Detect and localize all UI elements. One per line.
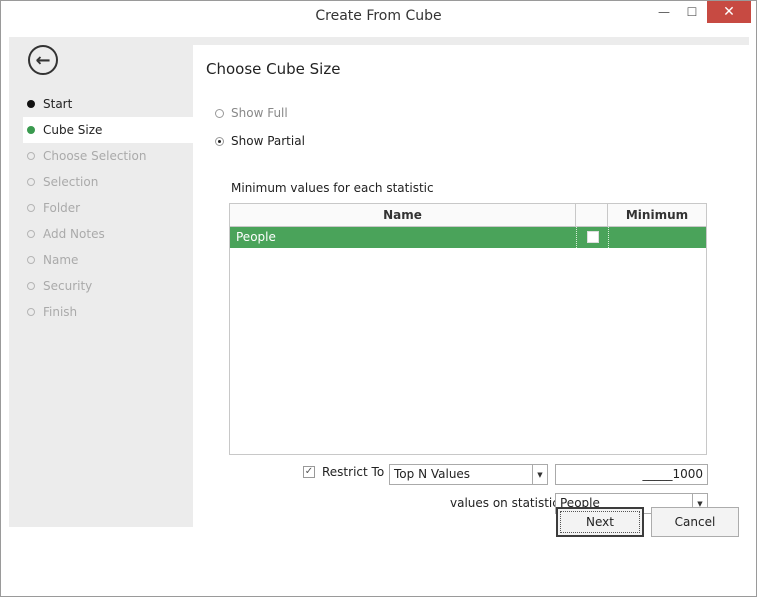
step-done-icon (27, 100, 35, 108)
close-icon[interactable]: ✕ (707, 1, 751, 23)
radio-unselected-icon (215, 108, 224, 118)
grid-header: Name Minimum (230, 204, 706, 227)
step-label: Start (43, 97, 73, 111)
step-pending-icon (27, 308, 35, 316)
radio-label: Show Partial (231, 134, 305, 148)
step-label: Selection (43, 175, 99, 189)
table-row[interactable]: People (230, 227, 706, 248)
step-label: Choose Selection (43, 149, 147, 163)
chevron-down-icon[interactable]: ▼ (532, 465, 547, 484)
step-label: Cube Size (43, 123, 103, 137)
wizard-steps: Start Cube Size Choose Selection Selecti… (23, 91, 193, 325)
step-selection: Selection (23, 169, 193, 195)
restrict-to-label: Restrict To (322, 465, 385, 479)
step-label: Folder (43, 201, 81, 215)
step-label: Add Notes (43, 227, 105, 241)
wizard-body: ← Start Cube Size Choose Selection Selec… (9, 37, 749, 527)
show-full-radio[interactable]: Show Full (215, 106, 288, 120)
maximize-icon[interactable]: ☐ (679, 1, 705, 23)
restrict-to-checkbox[interactable]: ✓ Restrict To (303, 465, 384, 479)
select-value: Top N Values (394, 467, 471, 481)
row-checkbox[interactable] (587, 231, 599, 243)
cancel-button[interactable]: Cancel (651, 507, 739, 537)
step-pending-icon (27, 178, 35, 186)
min-values-label: Minimum values for each statistic (231, 181, 434, 195)
step-pending-icon (27, 256, 35, 264)
values-on-statistic-label: values on statistic (450, 496, 559, 510)
step-name: Name (23, 247, 193, 273)
radio-selected-icon (215, 136, 224, 146)
step-finish: Finish (23, 299, 193, 325)
step-pending-icon (27, 152, 35, 160)
row-check-cell (576, 227, 609, 248)
step-label: Name (43, 253, 79, 267)
radio-label: Show Full (231, 106, 288, 120)
step-label: Finish (43, 305, 78, 319)
row-name-cell: People (236, 230, 276, 244)
dialog-window: Create From Cube — ☐ ✕ ← Start Cube Size… (0, 0, 757, 597)
step-pending-icon (27, 204, 35, 212)
restrict-mode-select[interactable]: Top N Values ▼ (389, 464, 548, 485)
step-folder: Folder (23, 195, 193, 221)
step-pending-icon (27, 230, 35, 238)
column-header-check[interactable] (576, 204, 608, 226)
statistics-grid: Name Minimum People (229, 203, 707, 455)
back-arrow-icon[interactable]: ← (28, 45, 58, 75)
show-partial-radio[interactable]: Show Partial (215, 134, 305, 148)
step-cube-size: Cube Size (23, 117, 193, 143)
next-button[interactable]: Next (556, 507, 644, 537)
title-bar: Create From Cube — ☐ ✕ (1, 1, 756, 33)
minimize-icon[interactable]: — (651, 1, 677, 23)
page-title: Choose Cube Size (206, 60, 341, 78)
content-panel: Choose Cube Size Show Full Show Partial … (193, 45, 749, 527)
step-label: Security (43, 279, 93, 293)
step-choose-selection: Choose Selection (23, 143, 193, 169)
step-pending-icon (27, 282, 35, 290)
n-value-input[interactable]: _____1000 (555, 464, 708, 485)
step-active-icon (27, 126, 35, 134)
column-header-name[interactable]: Name (230, 204, 576, 226)
column-header-minimum[interactable]: Minimum (608, 204, 706, 226)
step-start: Start (23, 91, 193, 117)
checkmark-icon: ✓ (303, 466, 315, 478)
step-add-notes: Add Notes (23, 221, 193, 247)
window-title: Create From Cube (315, 8, 442, 24)
step-security: Security (23, 273, 193, 299)
